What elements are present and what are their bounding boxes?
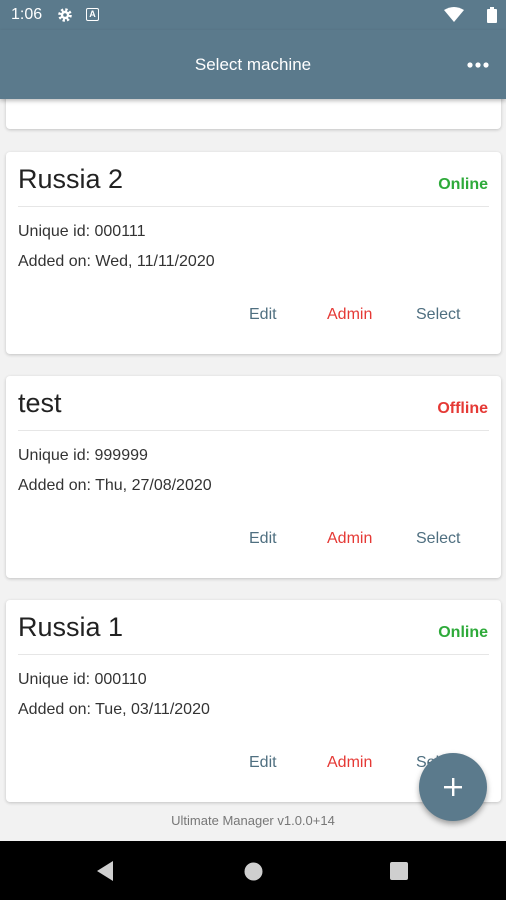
wifi-icon xyxy=(444,7,464,28)
machine-name: test xyxy=(18,388,62,418)
app-bar: Select machine xyxy=(0,30,506,99)
nav-home-icon[interactable] xyxy=(244,862,263,886)
battery-icon xyxy=(487,7,497,28)
machine-name: Russia 1 xyxy=(18,612,124,642)
status-badge: Online xyxy=(438,624,488,641)
status-badge: Online xyxy=(438,176,488,193)
status-time: 1:06 xyxy=(11,6,43,23)
added-on-label: Added on: xyxy=(18,253,96,270)
machine-card[interactable]: test Offline Unique id: 999999 Added on:… xyxy=(6,376,501,578)
added-on-label: Added on: xyxy=(18,477,96,494)
edit-button[interactable]: Edit xyxy=(249,530,277,548)
select-button[interactable]: Select xyxy=(416,530,460,548)
gear-icon xyxy=(57,7,73,28)
status-bar: 1:06 A xyxy=(0,0,506,30)
divider xyxy=(18,654,489,655)
edit-button[interactable]: Edit xyxy=(249,754,277,772)
add-machine-button[interactable] xyxy=(419,753,487,821)
unique-id: Unique id: 000110 xyxy=(18,671,147,689)
page-title: Select machine xyxy=(194,55,312,74)
status-badge: Offline xyxy=(437,400,488,417)
plus-icon xyxy=(444,778,462,796)
more-options-icon xyxy=(467,62,489,68)
added-on: Added on: Thu, 27/08/2020 xyxy=(18,477,212,495)
edit-button[interactable]: Edit xyxy=(249,306,277,324)
machine-card-partial xyxy=(6,99,501,129)
unique-id: Unique id: 999999 xyxy=(18,447,148,465)
unique-id-value: 999999 xyxy=(94,447,148,464)
system-nav-bar xyxy=(0,841,506,900)
unique-id: Unique id: 000111 xyxy=(18,223,146,241)
added-on: Added on: Tue, 03/11/2020 xyxy=(18,701,210,719)
nav-back-icon[interactable] xyxy=(95,860,115,887)
more-options-button[interactable] xyxy=(462,52,494,78)
unique-id-label: Unique id: xyxy=(18,671,95,688)
unique-id-label: Unique id: xyxy=(18,223,95,240)
machine-list[interactable]: Russia 2 Online Unique id: 000111 Added … xyxy=(0,99,506,841)
machine-name: Russia 2 xyxy=(18,164,124,194)
divider xyxy=(18,430,489,431)
machine-card[interactable]: Russia 2 Online Unique id: 000111 Added … xyxy=(6,152,501,354)
unique-id-value: 000110 xyxy=(94,671,147,688)
admin-button[interactable]: Admin xyxy=(327,754,372,772)
select-button[interactable]: Select xyxy=(416,306,460,324)
admin-button[interactable]: Admin xyxy=(327,530,372,548)
a-icon: A xyxy=(86,8,99,21)
divider xyxy=(18,206,489,207)
admin-button[interactable]: Admin xyxy=(327,306,372,324)
added-on-value: Tue, 03/11/2020 xyxy=(95,701,210,718)
unique-id-label: Unique id: xyxy=(18,447,95,464)
added-on-label: Added on: xyxy=(18,701,96,718)
added-on: Added on: Wed, 11/11/2020 xyxy=(18,253,215,271)
unique-id-value: 000111 xyxy=(94,223,146,240)
added-on-value: Thu, 27/08/2020 xyxy=(95,477,212,494)
added-on-value: Wed, 11/11/2020 xyxy=(95,253,215,270)
nav-recents-icon[interactable] xyxy=(390,862,408,885)
